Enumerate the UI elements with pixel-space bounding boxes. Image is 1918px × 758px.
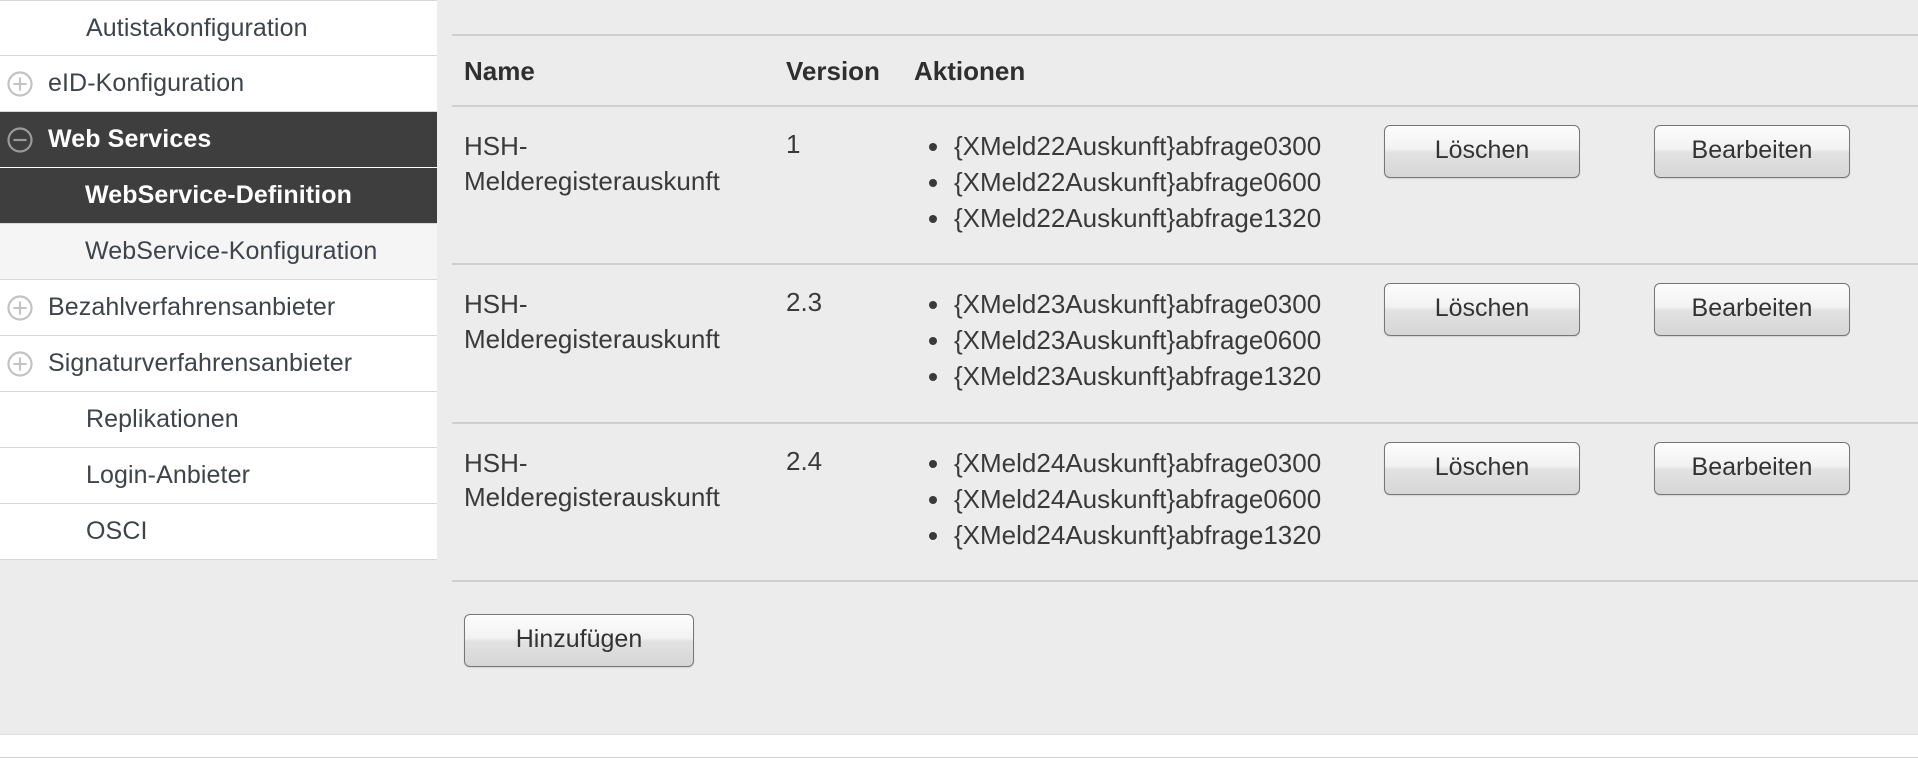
- sidebar-item-login-anbieter[interactable]: Login-Anbieter: [0, 448, 437, 504]
- delete-button[interactable]: Löschen: [1384, 441, 1580, 495]
- sidebar-item-osci[interactable]: OSCI: [0, 504, 437, 560]
- action-list-item: {XMeld23Auskunft}abfrage0600: [952, 323, 1384, 358]
- sidebar-item-webservice-definition[interactable]: WebService-Definition: [0, 168, 437, 224]
- column-header-name: Name: [452, 36, 786, 107]
- cell-version: 2.3: [786, 264, 914, 424]
- sidebar-navigation: Autistakonfiguration eID-Konfiguration Web…: [0, 0, 437, 572]
- footer-strip: [0, 734, 1918, 758]
- table-body: HSH-Melderegisterauskunft1{XMeld22Auskun…: [452, 106, 1918, 582]
- sidebar-item-replikationen[interactable]: Replikationen: [0, 392, 437, 448]
- cell-edit-action: Bearbeiten: [1654, 106, 1918, 266]
- delete-button[interactable]: Löschen: [1384, 283, 1580, 337]
- column-header-version: Version: [786, 36, 914, 107]
- column-header-edit-spacer: [1654, 36, 1918, 107]
- action-list-item: {XMeld24Auskunft}abfrage0300: [952, 446, 1384, 481]
- action-list-item: {XMeld24Auskunft}abfrage1320: [952, 518, 1384, 553]
- cell-name: HSH-Melderegisterauskunft: [452, 264, 786, 424]
- cell-edit-action: Bearbeiten: [1654, 422, 1918, 582]
- plus-circle-icon[interactable]: [4, 348, 36, 380]
- action-list-item: {XMeld22Auskunft}abfrage1320: [952, 201, 1384, 236]
- add-button[interactable]: Hinzufügen: [464, 613, 694, 667]
- cell-edit-action: Bearbeiten: [1654, 264, 1918, 424]
- cell-version: 1: [786, 106, 914, 266]
- main-content: Name Version Aktionen HSH-Melderegistera…: [437, 0, 1918, 758]
- column-header-delete-spacer: [1384, 36, 1654, 107]
- plus-circle-icon: [7, 350, 33, 377]
- cell-aktionen: {XMeld22Auskunft}abfrage0300{XMeld22Ausk…: [914, 106, 1384, 266]
- table-head: Name Version Aktionen: [452, 36, 1918, 107]
- webservice-definition-table-wrapper: Name Version Aktionen HSH-Melderegistera…: [452, 34, 1918, 582]
- webservice-definition-table: Name Version Aktionen HSH-Melderegistera…: [452, 36, 1918, 582]
- application-root: Autistakonfiguration eID-Konfiguration Web…: [0, 0, 1918, 758]
- service-name: HSH-Melderegisterauskunft: [464, 289, 720, 354]
- sidebar-item-label: OSCI: [86, 517, 148, 545]
- edit-button[interactable]: Bearbeiten: [1654, 125, 1850, 178]
- sidebar-item-label: WebService-Konfiguration: [85, 237, 378, 265]
- sidebar-item-signaturverfahrensanbieter[interactable]: Signaturverfahrensanbieter: [0, 336, 437, 392]
- minus-circle-icon[interactable]: [4, 124, 36, 156]
- sidebar-tail-spacer: [0, 560, 437, 572]
- service-name: HSH-Melderegisterauskunft: [464, 447, 720, 513]
- sidebar-item-label: Replikationen: [86, 405, 239, 433]
- sidebar-item-label: WebService-Definition: [85, 181, 352, 209]
- action-list-item: {XMeld23Auskunft}abfrage1320: [952, 359, 1384, 394]
- sidebar-item-label: Signaturverfahrensanbieter: [48, 349, 353, 377]
- minus-circle-icon: [7, 126, 33, 153]
- edit-button[interactable]: Bearbeiten: [1654, 441, 1850, 495]
- plus-circle-icon: [7, 294, 33, 321]
- delete-button[interactable]: Löschen: [1384, 125, 1580, 178]
- cell-delete-action: Löschen: [1384, 106, 1654, 266]
- sidebar-item-autistakonfiguration[interactable]: Autistakonfiguration: [0, 0, 437, 56]
- action-list-item: {XMeld22Auskunft}abfrage0300: [952, 129, 1384, 164]
- sidebar-item-webservice-konfiguration[interactable]: WebService-Konfiguration: [0, 224, 437, 280]
- cell-aktionen: {XMeld23Auskunft}abfrage0300{XMeld23Ausk…: [914, 264, 1384, 424]
- edit-button[interactable]: Bearbeiten: [1654, 283, 1850, 337]
- action-list: {XMeld24Auskunft}abfrage0300{XMeld24Ausk…: [914, 446, 1384, 553]
- service-name: HSH-Melderegisterauskunft: [464, 131, 720, 196]
- action-list: {XMeld22Auskunft}abfrage0300{XMeld22Ausk…: [914, 129, 1384, 236]
- cell-delete-action: Löschen: [1384, 422, 1654, 582]
- plus-circle-icon[interactable]: [4, 68, 36, 100]
- table-row: HSH-Melderegisterauskunft2.3{XMeld23Ausk…: [452, 264, 1918, 424]
- table-row: HSH-Melderegisterauskunft1{XMeld22Auskun…: [452, 106, 1918, 266]
- sidebar-item-label: Bezahlverfahrensanbieter: [48, 293, 336, 321]
- cell-name: HSH-Melderegisterauskunft: [452, 106, 786, 266]
- sidebar-item-label: Login-Anbieter: [86, 461, 251, 489]
- sidebar-item-bezahlverfahrensanbieter[interactable]: Bezahlverfahrensanbieter: [0, 280, 437, 336]
- sidebar-item-label: Web Services: [48, 125, 212, 153]
- table-row: HSH-Melderegisterauskunft2.4{XMeld24Ausk…: [452, 422, 1918, 582]
- table-header-row: Name Version Aktionen: [452, 36, 1918, 107]
- action-list-item: {XMeld24Auskunft}abfrage0600: [952, 482, 1384, 517]
- cell-aktionen: {XMeld24Auskunft}abfrage0300{XMeld24Ausk…: [914, 422, 1384, 582]
- plus-circle-icon: [7, 70, 33, 97]
- action-list-item: {XMeld23Auskunft}abfrage0300: [952, 287, 1384, 322]
- sidebar-item-label: Autistakonfiguration: [86, 13, 308, 42]
- cell-version: 2.4: [786, 422, 914, 582]
- action-list-item: {XMeld22Auskunft}abfrage0600: [952, 165, 1384, 200]
- column-header-aktionen: Aktionen: [914, 36, 1384, 107]
- cell-name: HSH-Melderegisterauskunft: [452, 422, 786, 582]
- sidebar-item-label: eID-Konfiguration: [48, 69, 245, 97]
- plus-circle-icon[interactable]: [4, 292, 36, 324]
- sidebar-item-eid-konfiguration[interactable]: eID-Konfiguration: [0, 56, 437, 112]
- action-list: {XMeld23Auskunft}abfrage0300{XMeld23Ausk…: [914, 287, 1384, 394]
- sidebar-item-web-services[interactable]: Web Services: [0, 112, 437, 168]
- cell-delete-action: Löschen: [1384, 264, 1654, 424]
